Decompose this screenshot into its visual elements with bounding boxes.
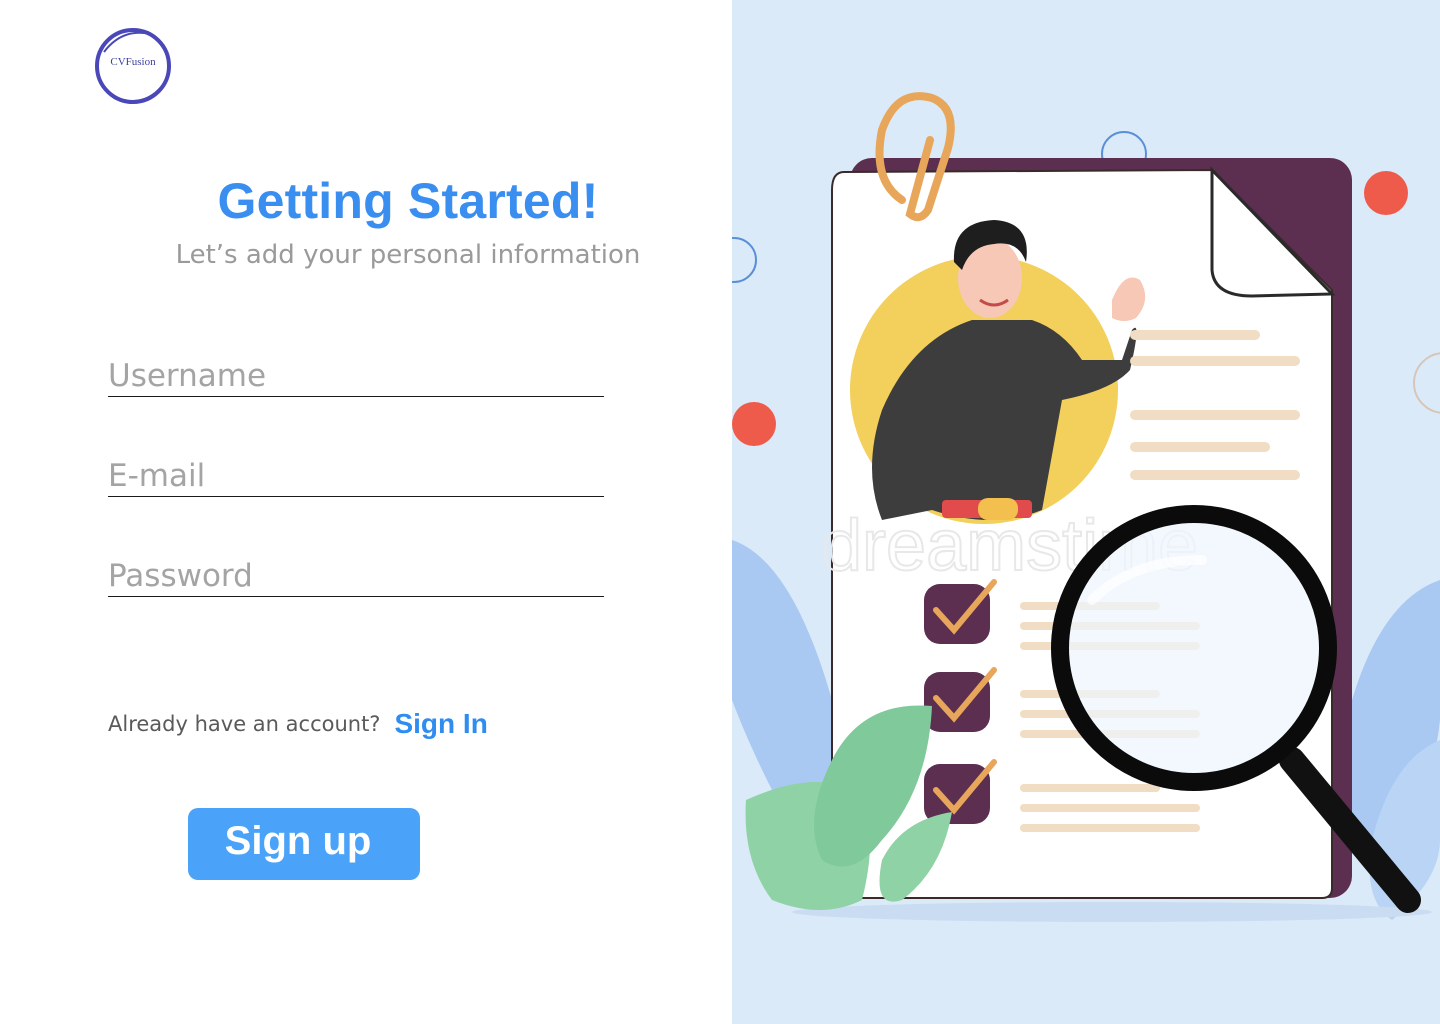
password-input[interactable] (108, 556, 604, 596)
page-title: Getting Started! (217, 173, 599, 229)
username-input[interactable] (108, 356, 604, 396)
app-logo: CVFusion (92, 26, 174, 106)
sign-up-button[interactable]: Sign up (188, 808, 420, 880)
illustration-panel: dreamstime (732, 0, 1440, 1024)
email-input[interactable] (108, 456, 604, 496)
account-prompt-text: Already have an account? (108, 712, 381, 736)
username-field (108, 356, 604, 397)
page-subtitle: Let’s add your personal information (175, 240, 641, 270)
resume-search-illustration-icon: dreamstime (732, 92, 1440, 922)
signup-panel: CVFusion Getting Started! Let’s add your… (0, 0, 732, 1024)
password-field (108, 556, 604, 597)
sign-in-link[interactable]: Sign In (394, 708, 487, 740)
email-field (108, 456, 604, 497)
account-prompt-row: Already have an account? Sign In (108, 704, 488, 744)
logo-text: CVFusion (110, 56, 156, 68)
